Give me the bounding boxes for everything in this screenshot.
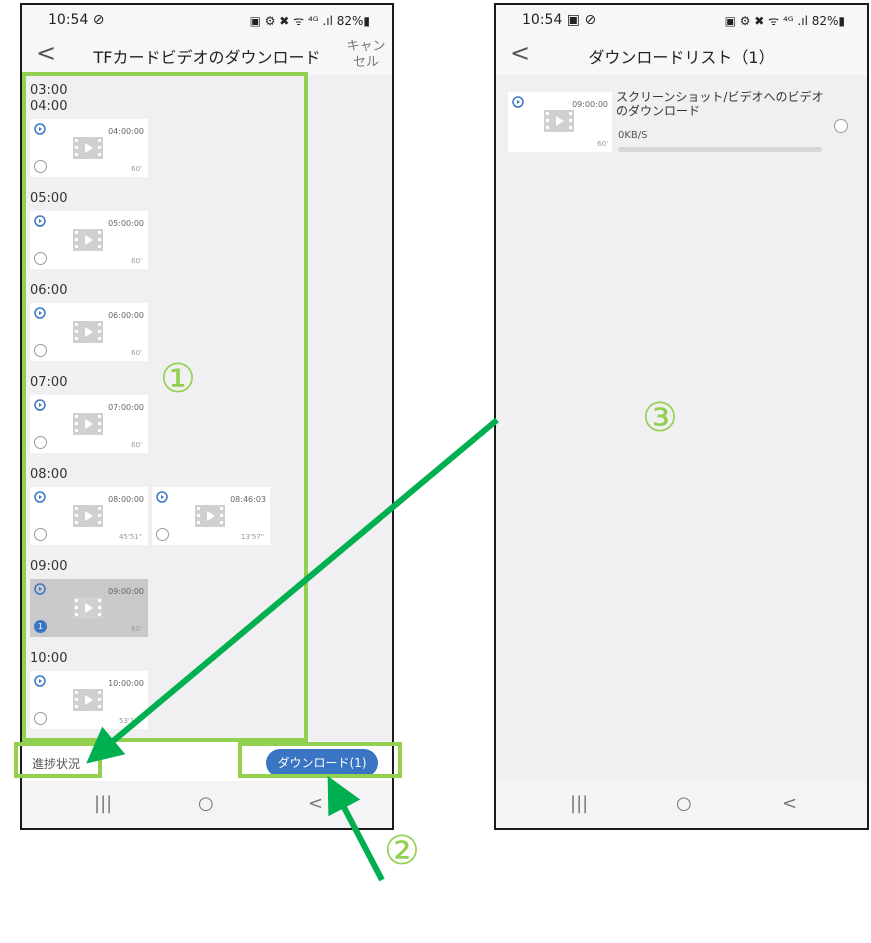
- arrow-to-progress: [86, 417, 499, 764]
- arrow-to-download: [327, 776, 385, 882]
- annotation-arrows: [86, 417, 499, 882]
